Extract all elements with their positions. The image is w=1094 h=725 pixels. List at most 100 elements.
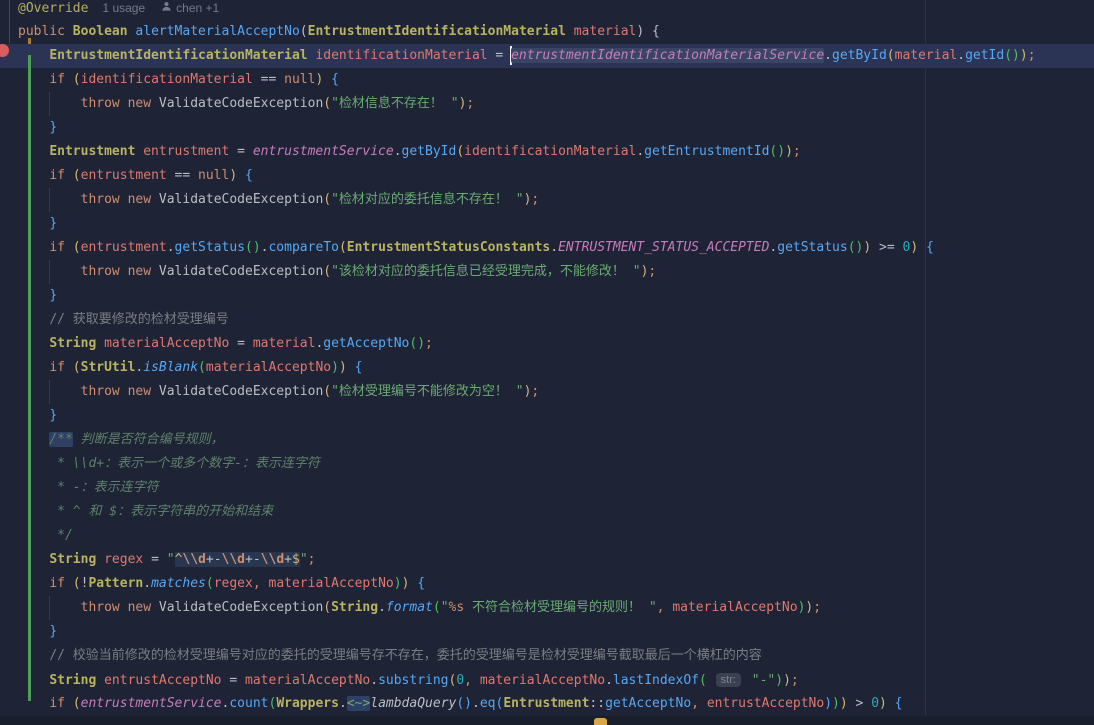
code-line[interactable]: * \\d+：表示一个或多个数字-：表示连字符: [0, 452, 1094, 476]
code-token: [18, 456, 57, 471]
code-line[interactable]: // 校验当前修改的检材受理编号对应的委托的受理编号存不存在，委托的受理编号是检…: [0, 644, 1094, 668]
code-token: materialAcceptNo: [672, 600, 797, 615]
code-line[interactable]: throw new ValidateCodeException("检材对应的委托…: [0, 188, 1094, 212]
code-token: ;: [813, 600, 821, 615]
code-line[interactable]: }: [0, 212, 1094, 236]
code-token: // 获取要修改的检材受理编号: [49, 312, 228, 327]
code-token: * ^ 和 $：表示字符串的开始和结束: [57, 504, 273, 519]
code-token: [18, 240, 49, 255]
code-line[interactable]: if (StrUtil.isBlank(materialAcceptNo)) {: [0, 356, 1094, 380]
code-token: ,: [657, 600, 665, 615]
code-token: \\d: [261, 552, 284, 567]
code-line[interactable]: }: [0, 404, 1094, 428]
code-token: EntrustmentIdentificationMaterial: [49, 48, 307, 63]
code-token: @Override: [18, 1, 88, 16]
code-token: {: [331, 72, 339, 87]
code-line[interactable]: * -：表示连字符: [0, 476, 1094, 500]
code-token: [18, 696, 49, 711]
code-token: materialAcceptNo: [269, 576, 394, 591]
code-token: (: [339, 240, 347, 255]
code-token: getById: [832, 48, 887, 63]
code-token: (): [409, 336, 425, 351]
code-line[interactable]: throw new ValidateCodeException("检材信息不存在…: [0, 92, 1094, 116]
code-line[interactable]: if (identificationMaterial == null) {: [0, 68, 1094, 92]
code-token: EntrustmentIdentificationMaterial: [308, 24, 566, 39]
code-editor[interactable]: @Override1 usagechen +1public Boolean al…: [0, 0, 1094, 725]
code-token: (: [300, 24, 308, 39]
code-token: isBlank: [143, 360, 198, 375]
code-token: ): [775, 673, 783, 688]
code-token: }: [49, 408, 57, 423]
code-token: {: [245, 168, 253, 183]
code-token: [18, 48, 49, 63]
code-line[interactable]: String materialAcceptNo = material.getAc…: [0, 332, 1094, 356]
code-token: (: [206, 576, 214, 591]
code-token: .: [167, 240, 175, 255]
code-token: ==: [167, 168, 198, 183]
code-token: (: [73, 168, 81, 183]
code-line[interactable]: throw new ValidateCodeException("该检材对应的委…: [0, 260, 1094, 284]
code-token: ): [394, 576, 402, 591]
code-line[interactable]: if (entrustment.getStatus().compareTo(En…: [0, 236, 1094, 260]
code-token: ;: [648, 264, 656, 279]
code-token: (: [456, 144, 464, 159]
code-token: [18, 432, 49, 447]
code-token: ;: [1028, 48, 1036, 63]
code-line[interactable]: // 获取要修改的检材受理编号: [0, 308, 1094, 332]
code-line[interactable]: String regex = "^\\d+-\\d+-\\d+$";: [0, 548, 1094, 572]
code-token: throw new: [81, 600, 159, 615]
code-lines[interactable]: @Override1 usagechen +1public Boolean al…: [0, 0, 1094, 716]
code-token: (): [1004, 48, 1020, 63]
code-token: 0: [456, 673, 464, 688]
code-line[interactable]: */: [0, 524, 1094, 548]
code-token: ValidateCodeException: [159, 384, 323, 399]
code-token: throw new: [81, 192, 159, 207]
code-token: ;: [466, 96, 474, 111]
code-token: .: [824, 48, 832, 63]
code-token: "检材信息不存在！ ": [331, 96, 458, 111]
code-line[interactable]: }: [0, 284, 1094, 308]
code-token: ): [783, 673, 791, 688]
code-line[interactable]: throw new ValidateCodeException(String.f…: [0, 596, 1094, 620]
code-token: [887, 696, 895, 711]
code-line[interactable]: * ^ 和 $：表示字符串的开始和结束: [0, 500, 1094, 524]
code-token: 判断是否符合编号规则，: [73, 432, 224, 447]
code-token: }: [49, 624, 57, 639]
code-token: ;: [791, 673, 799, 688]
vcs-changed-marker[interactable]: [28, 38, 31, 44]
code-token: ,: [253, 576, 261, 591]
code-token: $: [292, 552, 300, 567]
code-token: "检材对应的委托信息不存在！ ": [331, 192, 523, 207]
code-token: [18, 72, 49, 87]
code-token: String: [331, 600, 378, 615]
code-token: public: [18, 24, 73, 39]
code-token: (: [73, 696, 81, 711]
code-token: ): [339, 360, 347, 375]
code-token: [566, 24, 574, 39]
vcs-added-marker[interactable]: [28, 55, 31, 701]
code-line[interactable]: Entrustment entrustment = entrustmentSer…: [0, 140, 1094, 164]
code-token: [96, 673, 104, 688]
code-line[interactable]: if (entrustment == null) {: [0, 164, 1094, 188]
code-token: {: [355, 360, 363, 375]
code-token: ;: [425, 336, 433, 351]
code-token: "检材受理编号不能修改为空！ ": [331, 384, 523, 399]
code-line[interactable]: String entrustAcceptNo = materialAcceptN…: [0, 668, 1094, 692]
code-token: +-: [245, 552, 261, 567]
code-line[interactable]: }: [0, 620, 1094, 644]
code-line[interactable]: throw new ValidateCodeException("检材受理编号不…: [0, 380, 1094, 404]
code-line[interactable]: public Boolean alertMaterialAcceptNo(Ent…: [0, 20, 1094, 44]
code-line[interactable]: if (!Pattern.matches(regex, materialAcce…: [0, 572, 1094, 596]
code-line[interactable]: if (entrustmentService.count(Wrappers.<~…: [0, 692, 1094, 716]
code-token: ==: [253, 72, 284, 87]
code-line[interactable]: /** 判断是否符合编号规则，: [0, 428, 1094, 452]
code-line[interactable]: @Override1 usagechen +1: [0, 0, 1094, 20]
code-line[interactable]: }: [0, 116, 1094, 140]
code-token: [18, 312, 49, 327]
code-token: =: [222, 673, 245, 688]
code-token: null: [198, 168, 229, 183]
code-token: [18, 624, 49, 639]
code-token: (: [73, 240, 81, 255]
code-line[interactable]: EntrustmentIdentificationMaterial identi…: [0, 44, 1094, 68]
code-token: .: [370, 673, 378, 688]
